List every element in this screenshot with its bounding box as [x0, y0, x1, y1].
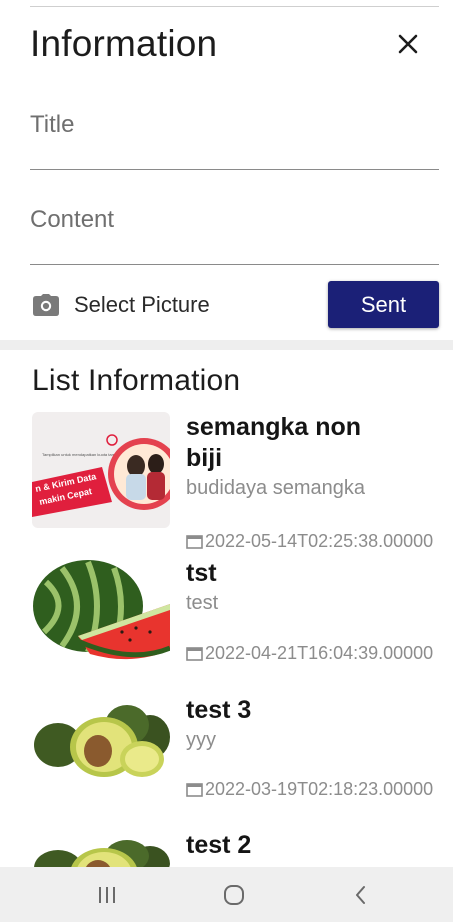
list-item[interactable]: test 3 yyy 2022-03-19T02:18:23.00000	[32, 695, 453, 810]
system-navigation-bar	[0, 867, 453, 922]
item-thumbnail	[32, 558, 170, 662]
item-thumbnail	[32, 695, 170, 785]
dialog-header: Information	[30, 22, 423, 66]
item-subtitle: test	[186, 592, 219, 614]
item-title: tst	[186, 559, 217, 587]
item-text: test 3 yyy	[186, 695, 453, 752]
section-separator	[0, 340, 453, 350]
title-input[interactable]	[30, 103, 439, 147]
recents-icon	[99, 887, 115, 903]
back-button[interactable]	[346, 882, 376, 908]
calendar-icon	[186, 534, 203, 549]
item-text: test 2	[186, 830, 453, 861]
item-date-text: 2022-05-14T02:25:38.00000	[205, 531, 434, 551]
item-subtitle: yyy	[186, 729, 216, 751]
recents-button[interactable]	[92, 882, 122, 908]
top-divider	[30, 6, 439, 7]
back-icon	[356, 886, 365, 904]
select-picture-button[interactable]: Select Picture	[30, 288, 210, 322]
calendar-icon	[186, 782, 203, 797]
calendar-icon	[186, 646, 203, 661]
item-thumbnail	[32, 830, 170, 870]
item-date-text: 2022-04-21T16:04:39.00000	[205, 643, 434, 663]
item-text: semangka non biji budidaya semangka	[186, 412, 453, 500]
page-title: Information	[30, 23, 218, 64]
list-item[interactable]: test 2	[32, 830, 453, 870]
close-button[interactable]	[393, 29, 423, 59]
item-subtitle: budidaya semangka	[186, 477, 366, 499]
select-picture-label: Select Picture	[74, 292, 210, 317]
list-item[interactable]: n & Kirim Data makin Cepat Tampilkan unt…	[32, 412, 453, 552]
home-button[interactable]	[219, 882, 249, 908]
content-field	[30, 198, 439, 265]
item-date: 2022-04-21T16:04:39.00000	[186, 643, 433, 664]
item-date: 2022-03-19T02:18:23.00000	[186, 779, 433, 800]
item-title: semangka non biji	[186, 413, 362, 472]
list-heading: List Information	[32, 364, 241, 397]
item-title: test 3	[186, 696, 252, 724]
item-text: tst test	[186, 558, 453, 615]
home-icon	[224, 885, 244, 905]
item-title: test 2	[186, 831, 252, 859]
list-item[interactable]: tst test 2022-04-21T16:04:39.00000	[32, 558, 453, 673]
item-date: 2022-05-14T02:25:38.00000	[186, 531, 433, 552]
close-icon	[398, 34, 418, 54]
item-thumbnail: n & Kirim Data makin Cepat Tampilkan unt…	[32, 412, 170, 528]
camera-icon	[32, 291, 60, 319]
content-input[interactable]	[30, 198, 439, 242]
item-date-text: 2022-03-19T02:18:23.00000	[205, 779, 434, 799]
title-field	[30, 103, 439, 170]
sent-button[interactable]: Sent	[328, 281, 439, 328]
